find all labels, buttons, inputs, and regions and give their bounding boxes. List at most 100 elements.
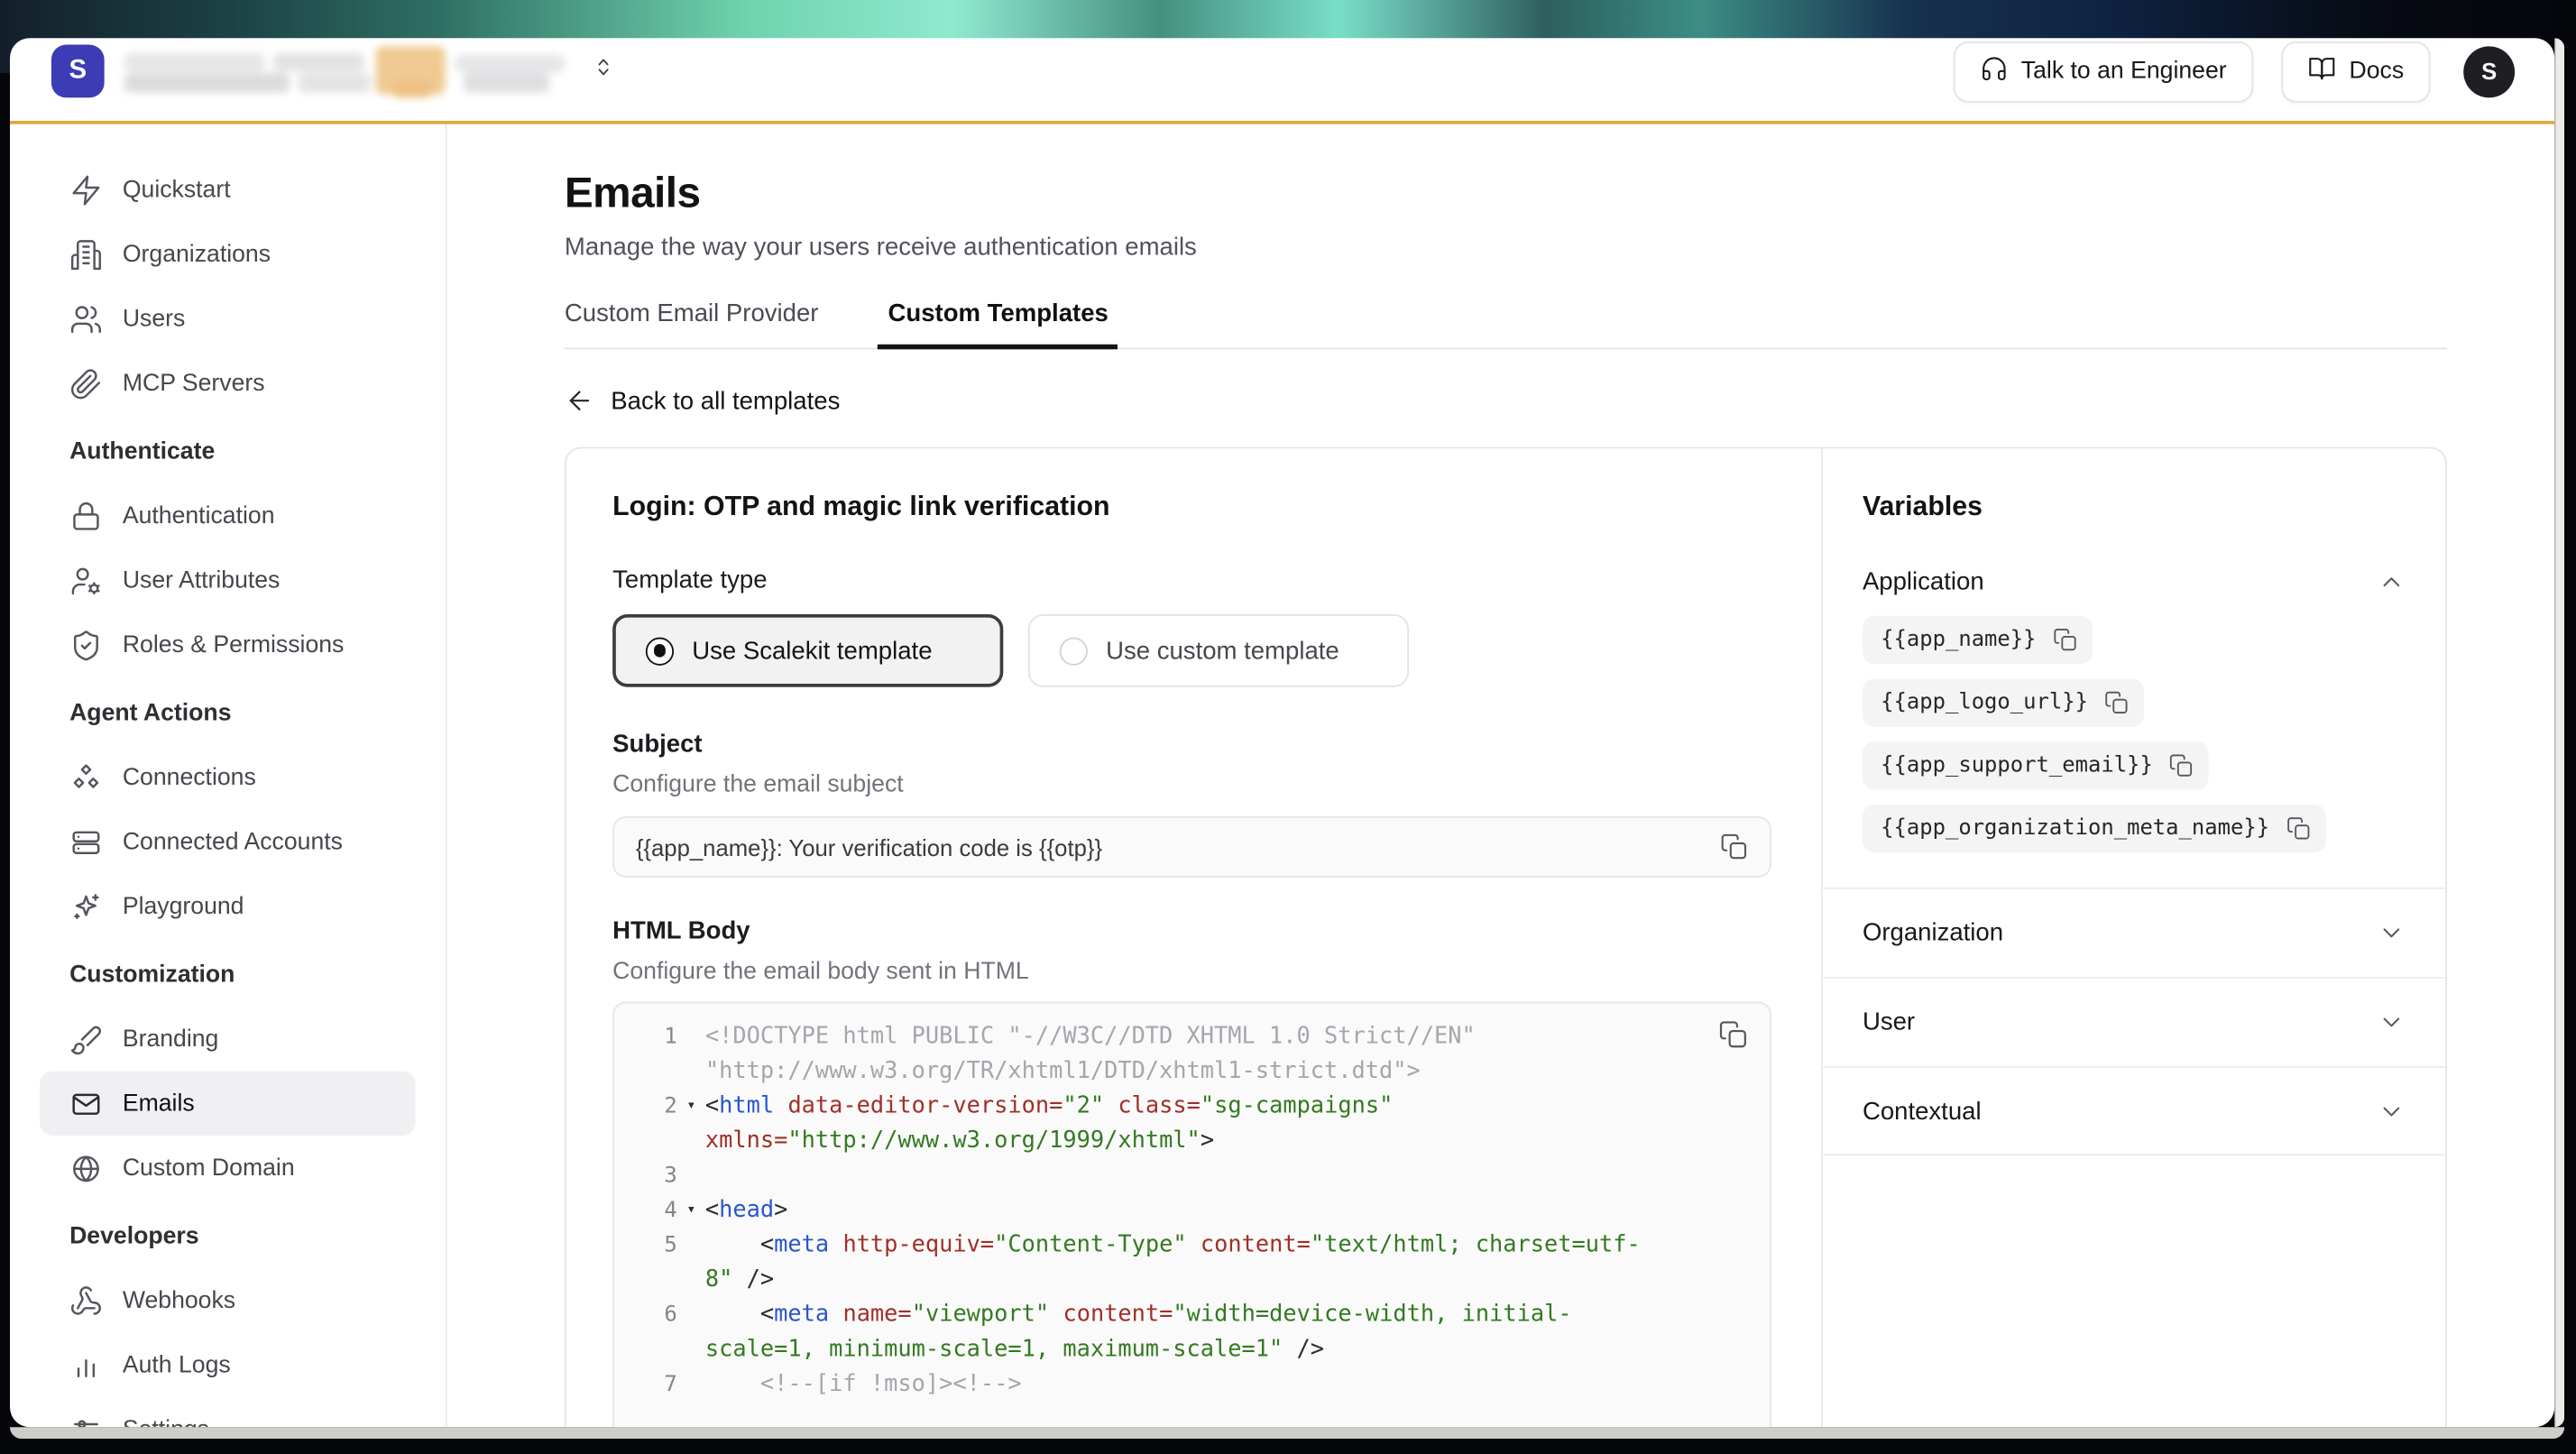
- copy-variable-button[interactable]: [2053, 628, 2078, 653]
- template-type-options: Use Scalekit template Use custom templat…: [612, 614, 1771, 687]
- desktop-background: S Talk to an Engineer: [0, 0, 2576, 1454]
- cubes-icon: [69, 760, 103, 794]
- paperclip-icon: [69, 367, 103, 400]
- back-to-templates-link[interactable]: Back to all templates: [565, 386, 2447, 416]
- chevron-up-down-icon: [591, 55, 616, 88]
- code-line: 3: [614, 1159, 1770, 1194]
- fold-gutter: [677, 1367, 705, 1403]
- page-subtitle: Manage the way your users receive authen…: [565, 234, 2447, 262]
- copy-subject-button[interactable]: [1720, 833, 1748, 860]
- globe-icon: [69, 1152, 103, 1185]
- copy-variable-button[interactable]: [2104, 690, 2130, 715]
- radio-unselected-icon: [1060, 637, 1088, 665]
- headphones-icon: [1980, 54, 2008, 89]
- tab-custom-email-provider[interactable]: Custom Email Provider: [565, 299, 819, 347]
- sidebar-item-mcp-servers[interactable]: MCP Servers: [40, 351, 416, 416]
- shield-check-icon: [69, 629, 103, 662]
- copy-variable-button[interactable]: [2169, 753, 2194, 778]
- chevron-down-icon: [2378, 1008, 2406, 1036]
- code-line: 6 <meta name="viewport" content="width=d…: [614, 1298, 1770, 1367]
- option-use-custom-template[interactable]: Use custom template: [1028, 614, 1409, 687]
- lock-icon: [69, 499, 103, 532]
- sliders-icon: [69, 1413, 103, 1428]
- sidebar-section-authenticate: Authenticate: [32, 419, 424, 483]
- sidebar-item-roles-permissions[interactable]: Roles & Permissions: [40, 612, 416, 677]
- variable-chip[interactable]: {{app_organization_meta_name}}: [1863, 805, 2326, 852]
- bar-chart-icon: [69, 1348, 103, 1382]
- fold-arrow-icon[interactable]: ▾: [677, 1193, 705, 1229]
- copy-code-button[interactable]: [1718, 1020, 1748, 1050]
- sidebar-item-playground[interactable]: Playground: [40, 874, 416, 939]
- sidebar-section-customization: Customization: [32, 942, 424, 1007]
- html-body-description: Configure the email body sent in HTML: [612, 959, 1771, 985]
- subject-input[interactable]: [636, 833, 1720, 860]
- copy-variable-button[interactable]: [2286, 816, 2311, 842]
- fold-gutter: [677, 1020, 705, 1090]
- variable-chip[interactable]: {{app_name}}: [1863, 616, 2093, 664]
- talk-to-engineer-button[interactable]: Talk to an Engineer: [1954, 41, 2253, 102]
- fold-gutter: [677, 1229, 705, 1298]
- html-body-label: HTML Body: [612, 917, 1771, 945]
- variable-chip[interactable]: {{app_logo_url}}: [1863, 679, 2144, 727]
- sidebar-item-authentication[interactable]: Authentication: [40, 483, 416, 548]
- accordion-organization[interactable]: Organization: [1823, 888, 2445, 977]
- sidebar-section-agent-actions: Agent Actions: [32, 680, 424, 745]
- chevron-up-icon: [2378, 568, 2406, 596]
- template-type-label: Template type: [612, 566, 1771, 594]
- fold-arrow-icon[interactable]: ▾: [677, 1090, 705, 1159]
- line-number: 1: [614, 1020, 677, 1090]
- server-stack-icon: [69, 825, 103, 859]
- accordion-contextual[interactable]: Contextual: [1823, 1066, 2445, 1155]
- workspace-switcher[interactable]: [124, 45, 616, 98]
- users-icon: [69, 302, 103, 336]
- code-line: 4▾<head>: [614, 1193, 1770, 1229]
- webhook-icon: [69, 1284, 103, 1317]
- user-avatar[interactable]: S: [2463, 45, 2515, 97]
- option-use-scalekit-template[interactable]: Use Scalekit template: [612, 614, 1003, 687]
- sidebar-item-connected-accounts[interactable]: Connected Accounts: [40, 810, 416, 875]
- template-editor-card: Login: OTP and magic link verification T…: [565, 447, 2447, 1428]
- code-line: 1<!DOCTYPE html PUBLIC "-//W3C//DTD XHTM…: [614, 1020, 1770, 1090]
- page-title: Emails: [565, 167, 2447, 218]
- html-code-editor[interactable]: 1<!DOCTYPE html PUBLIC "-//W3C//DTD XHTM…: [612, 1001, 1771, 1427]
- sidebar-item-users[interactable]: Users: [40, 287, 416, 352]
- sidebar-item-quickstart[interactable]: Quickstart: [40, 157, 416, 222]
- code-line: 2▾<html data-editor-version="2" class="s…: [614, 1090, 1770, 1159]
- chevron-down-icon: [2378, 1097, 2406, 1125]
- fold-gutter: [677, 1159, 705, 1194]
- template-title: Login: OTP and magic link verification: [612, 492, 1771, 523]
- tab-bar: Custom Email Provider Custom Templates: [565, 299, 2447, 349]
- radio-selected-icon: [646, 637, 674, 665]
- workspace-name-redacted: [124, 45, 572, 98]
- window-scrollbar-gutter[interactable]: [2554, 38, 2564, 1427]
- variable-chip[interactable]: {{app_support_email}}: [1863, 741, 2209, 789]
- line-number: 3: [614, 1159, 677, 1194]
- sidebar-item-custom-domain[interactable]: Custom Domain: [40, 1136, 416, 1201]
- app-logo: S: [51, 45, 105, 98]
- building-icon: [69, 237, 103, 271]
- sidebar-section-developers: Developers: [32, 1203, 424, 1268]
- window-bottom-edge: [10, 1427, 2564, 1439]
- topbar: S Talk to an Engineer: [10, 38, 2554, 124]
- sparkles-icon: [69, 890, 103, 924]
- tab-custom-templates[interactable]: Custom Templates: [888, 299, 1109, 347]
- sidebar-item-webhooks[interactable]: Webhooks: [40, 1268, 416, 1333]
- accordion-user[interactable]: User: [1823, 977, 2445, 1066]
- accordion-application[interactable]: Application: [1823, 523, 2445, 596]
- docs-button[interactable]: Docs: [2281, 41, 2430, 102]
- sidebar-item-user-attributes[interactable]: User Attributes: [40, 548, 416, 613]
- lightning-icon: [69, 173, 103, 207]
- book-open-icon: [2308, 54, 2336, 89]
- app-window: S Talk to an Engineer: [10, 38, 2554, 1427]
- subject-description: Configure the email subject: [612, 771, 1771, 797]
- code-lines: 1<!DOCTYPE html PUBLIC "-//W3C//DTD XHTM…: [614, 1020, 1770, 1403]
- sidebar-item-branding[interactable]: Branding: [40, 1007, 416, 1072]
- sidebar-item-settings[interactable]: Settings: [40, 1397, 416, 1427]
- mail-icon: [69, 1087, 103, 1120]
- line-number: 5: [614, 1229, 677, 1298]
- line-number: 7: [614, 1367, 677, 1403]
- sidebar-item-connections[interactable]: Connections: [40, 745, 416, 810]
- sidebar-item-auth-logs[interactable]: Auth Logs: [40, 1333, 416, 1398]
- sidebar-item-organizations[interactable]: Organizations: [40, 222, 416, 287]
- sidebar-item-emails[interactable]: Emails: [40, 1072, 416, 1137]
